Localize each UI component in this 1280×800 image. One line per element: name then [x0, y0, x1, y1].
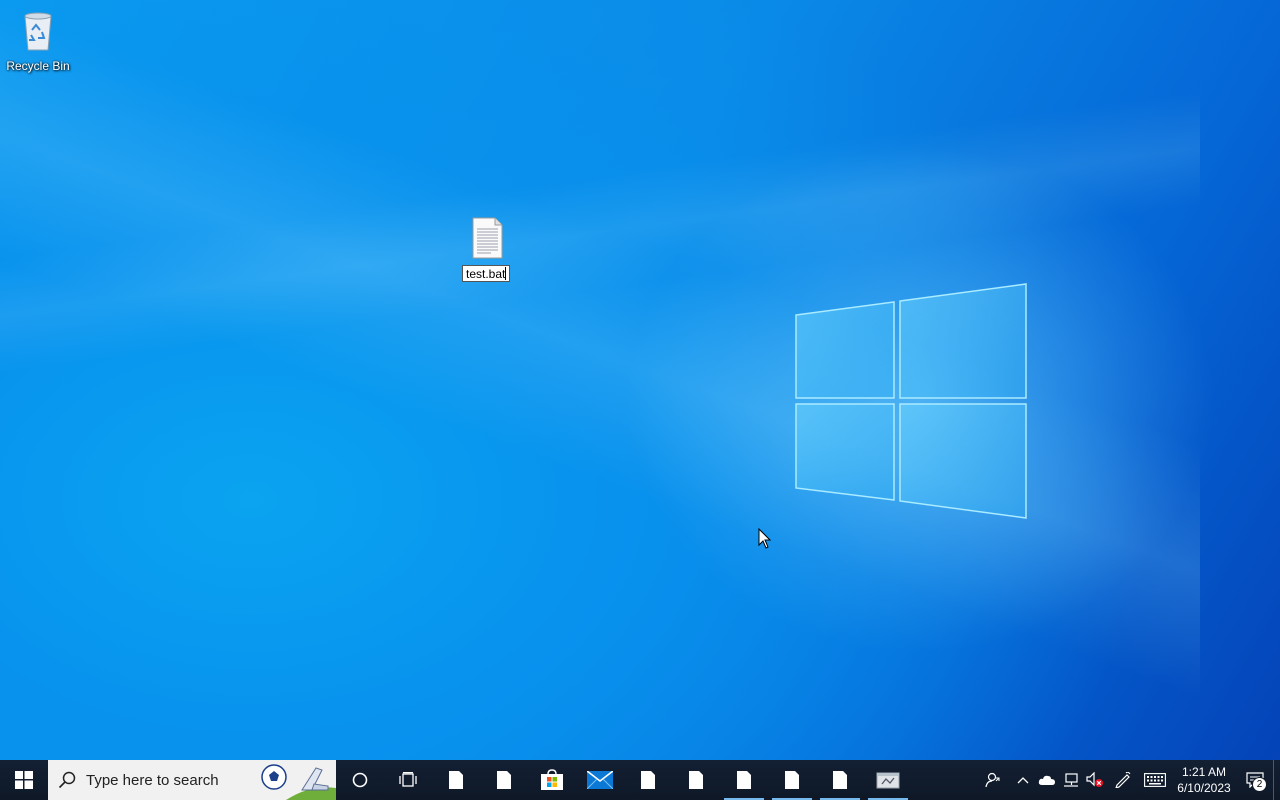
taskbar-app-file-4[interactable] [672, 760, 720, 800]
clock-time: 1:21 AM [1181, 765, 1227, 779]
system-tray: 1:21 AM 6/10/2023 2 [975, 760, 1280, 800]
taskbar: Type here to search 1:21 AM 6/10/2023 2 [0, 760, 1280, 800]
task-view-icon [399, 772, 417, 787]
search-placeholder: Type here to search [86, 771, 219, 789]
show-hidden-icons-button[interactable] [1011, 760, 1035, 800]
taskbar-app-file-3[interactable] [624, 760, 672, 800]
volume-tray[interactable] [1083, 760, 1107, 800]
taskbar-app-file-5[interactable] [720, 760, 768, 800]
file-icon [785, 771, 799, 789]
pen-icon [1115, 772, 1131, 788]
taskbar-app-window[interactable] [864, 760, 912, 800]
taskbar-app-microsoft-store[interactable] [528, 760, 576, 800]
file-icon [689, 771, 703, 789]
touch-keyboard-button[interactable] [1139, 760, 1171, 800]
volume-muted-icon [1086, 772, 1103, 787]
windows-ink-button[interactable] [1107, 760, 1139, 800]
microsoft-store-icon [541, 769, 563, 790]
desktop[interactable]: Recycle Bin test.bat [0, 0, 1280, 760]
taskbar-app-file-1[interactable] [432, 760, 480, 800]
taskbar-app-mail[interactable] [576, 760, 624, 800]
taskbar-app-file-6[interactable] [768, 760, 816, 800]
desktop-icon-recycle-bin[interactable]: Recycle Bin [0, 8, 76, 73]
file-icon [641, 771, 655, 789]
notification-count-badge: 2 [1252, 777, 1267, 792]
people-button[interactable] [975, 760, 1011, 800]
people-icon [985, 772, 1000, 788]
onedrive-tray[interactable] [1035, 760, 1059, 800]
task-view-button[interactable] [384, 760, 432, 800]
clock[interactable]: 1:21 AM 6/10/2023 [1171, 764, 1237, 796]
show-desktop-button[interactable] [1273, 760, 1280, 800]
mail-icon [587, 771, 613, 789]
file-icon [497, 771, 511, 789]
network-icon [1064, 773, 1078, 787]
windows-start-icon [15, 771, 33, 789]
chevron-up-icon [1017, 777, 1029, 784]
search-icon [58, 771, 76, 789]
taskbar-app-file-7[interactable] [816, 760, 864, 800]
windows-logo-wallpaper [795, 283, 1027, 519]
clock-date: 6/10/2023 [1177, 781, 1231, 795]
mouse-pointer-icon [758, 528, 772, 549]
network-tray[interactable] [1059, 760, 1083, 800]
file-icon [737, 771, 751, 789]
taskbar-app-file-2[interactable] [480, 760, 528, 800]
batch-file-icon [472, 217, 503, 259]
action-center-button[interactable]: 2 [1237, 760, 1273, 800]
search-highlight-soccer-icon [261, 764, 336, 800]
rename-input-text: test.bat [466, 267, 506, 281]
file-icon [449, 771, 463, 789]
cortana-icon [352, 772, 368, 788]
desktop-icon-test-bat[interactable] [449, 216, 525, 265]
recycle-bin-icon [24, 12, 52, 51]
cortana-button[interactable] [336, 760, 384, 800]
file-icon [833, 771, 847, 789]
desktop-icon-label: Recycle Bin [6, 59, 70, 73]
app-icon [876, 772, 900, 789]
rename-input[interactable]: test.bat [462, 265, 510, 282]
text-caret [505, 267, 507, 280]
keyboard-icon [1144, 773, 1166, 787]
search-box[interactable]: Type here to search [48, 760, 336, 800]
start-button[interactable] [0, 760, 48, 800]
onedrive-icon [1038, 775, 1055, 785]
